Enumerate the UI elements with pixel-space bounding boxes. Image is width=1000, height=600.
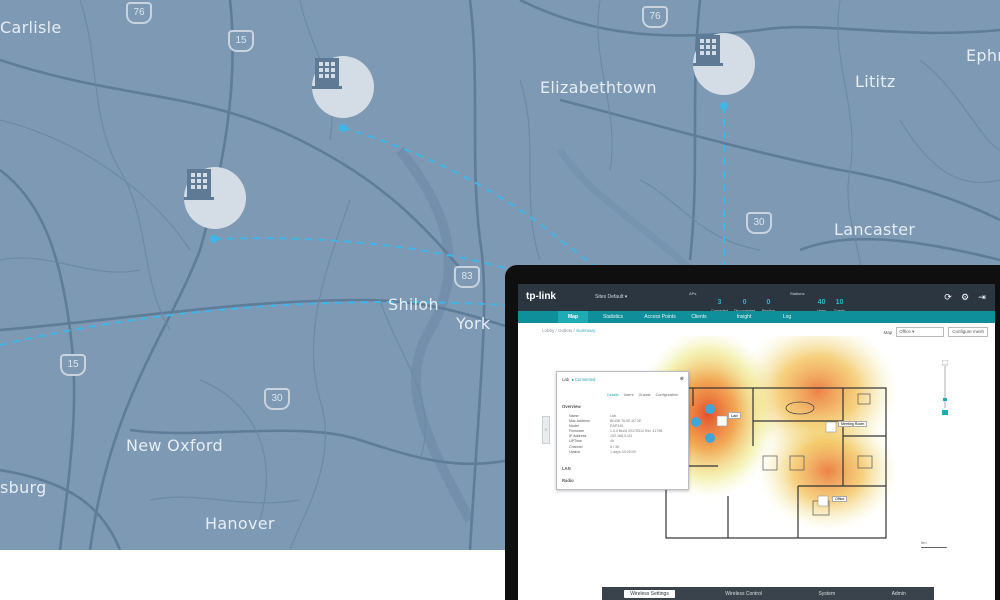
- building-marker[interactable]: [312, 56, 374, 118]
- stat-connected: 3Connected: [711, 291, 728, 313]
- main-nav: Map Statistics Access Points Clients Ins…: [518, 311, 995, 323]
- status-badge: ● Connected: [571, 377, 596, 382]
- ap-label[interactable]: Office: [832, 496, 848, 502]
- top-bar: tp-link Sites Default ▾ APs 3Connected 0…: [518, 284, 995, 313]
- tab-system[interactable]: System: [812, 590, 841, 598]
- map-select-value: Office: [899, 329, 911, 334]
- building-icon: [184, 169, 214, 200]
- nav-access-points[interactable]: Access Points: [636, 311, 684, 323]
- stat-value: 10: [835, 299, 844, 306]
- panel-tabs: Details Users Guests Configuration: [607, 393, 678, 397]
- stat-value: 40: [817, 299, 826, 306]
- route-shield: 30: [264, 388, 290, 410]
- place-label: Shiloh: [388, 295, 439, 314]
- place-label: sburg: [0, 478, 47, 497]
- breadcrumb: Lobby / Outlets / Summary: [542, 328, 596, 333]
- route-shield: 15: [60, 354, 86, 376]
- stat-value: 0: [766, 299, 771, 306]
- site-selector-label: Sites Default: [595, 294, 624, 300]
- refresh-icon[interactable]: ⟳: [943, 292, 953, 302]
- panel-header: Lab ● Connected: [562, 377, 595, 382]
- tab-admin[interactable]: Admin: [886, 590, 912, 598]
- breadcrumb-item[interactable]: Lobby: [542, 328, 554, 333]
- aps-stat-label: APs: [689, 291, 696, 296]
- bottom-tabs: Wireless Settings Wireless Control Syste…: [602, 587, 934, 600]
- route-shield: 30: [746, 212, 772, 234]
- place-label: New Oxford: [126, 436, 223, 455]
- collapse-button[interactable]: ‹: [542, 416, 550, 444]
- stat-value: 0: [742, 299, 747, 306]
- place-label: Lancaster: [834, 220, 916, 239]
- laptop-frame: tp-link Sites Default ▾ APs 3Connected 0…: [505, 265, 1000, 600]
- tab-guests[interactable]: Guests: [639, 393, 651, 397]
- place-label: York: [456, 314, 491, 333]
- route-shield: 76: [126, 2, 152, 24]
- controller-screen: tp-link Sites Default ▾ APs 3Connected 0…: [518, 284, 995, 600]
- stat-pending: 0Pending: [762, 291, 775, 313]
- tab-configuration[interactable]: Configuration: [656, 393, 679, 397]
- place-label: Ephr: [966, 46, 1000, 65]
- toolbar-icons: ⟳ ⚙ ⇥: [943, 292, 987, 302]
- stat-disconnected: 0Disconnected: [734, 291, 755, 313]
- stat-guests: 10Guests: [834, 291, 845, 313]
- overview-section[interactable]: Overview: [562, 404, 581, 409]
- nav-map[interactable]: Map: [558, 311, 588, 323]
- nav-clients[interactable]: Clients: [686, 311, 712, 323]
- tab-users[interactable]: Users: [624, 393, 634, 397]
- tab-details[interactable]: Details: [607, 393, 619, 397]
- building-marker[interactable]: [184, 167, 246, 229]
- tab-wireless-settings[interactable]: Wireless Settings: [624, 589, 675, 598]
- field-values: Lab B0:BE:76:0E:A7:2E EAP245 1.0.0 Build…: [610, 414, 662, 455]
- place-label: Lititz: [855, 72, 896, 91]
- logout-icon[interactable]: ⇥: [977, 292, 987, 302]
- place-label: Hanover: [205, 514, 275, 533]
- stat-value: 3: [717, 299, 722, 306]
- ap-details-panel: Lab ● Connected ⊗ Details Users Guests C…: [556, 371, 689, 490]
- tab-wireless-control[interactable]: Wireless Control: [719, 590, 768, 598]
- lan-section[interactable]: LAN: [562, 466, 571, 471]
- place-label: Elizabethtown: [540, 78, 657, 97]
- map-scale: 5m: [921, 540, 947, 548]
- field-value: 1 days 03:25:09: [610, 449, 636, 454]
- field-labels: Name Mac Address Model Firmware IP Addre…: [569, 414, 590, 455]
- map-select-label: Map: [883, 329, 893, 335]
- zoom-slider[interactable]: [942, 360, 948, 420]
- breadcrumb-current: Summary: [576, 328, 596, 333]
- building-icon: [312, 58, 342, 89]
- building-icon: [693, 35, 723, 66]
- route-shield: 15: [228, 30, 254, 52]
- field-label: Uptime: [569, 449, 581, 454]
- nav-statistics[interactable]: Statistics: [596, 311, 630, 323]
- settings-icon[interactable]: ⚙: [960, 292, 970, 302]
- stations-stat-label: Stations: [790, 291, 804, 296]
- stat-label: APs: [689, 291, 697, 296]
- stat-users: 40Users: [817, 291, 826, 313]
- site-selector[interactable]: Sites Default ▾: [595, 294, 627, 300]
- route-shield: 83: [454, 266, 480, 288]
- ap-name: Lab: [562, 377, 569, 382]
- stat-label: Stations: [790, 291, 805, 296]
- ap-label[interactable]: Meeting Room: [838, 421, 868, 427]
- nav-insight[interactable]: Insight: [730, 311, 758, 323]
- scale-label: 5m: [921, 540, 927, 545]
- close-icon[interactable]: ⊗: [680, 376, 684, 382]
- nav-log[interactable]: Log: [776, 311, 798, 323]
- building-marker[interactable]: [693, 33, 755, 95]
- radio-section[interactable]: Radio: [562, 478, 574, 483]
- breadcrumb-item[interactable]: Outlets: [558, 328, 572, 333]
- logo: tp-link: [526, 291, 556, 302]
- status-text: Connected: [575, 377, 596, 382]
- place-label: Carlisle: [0, 18, 62, 37]
- route-shield: 76: [642, 6, 668, 28]
- ap-label[interactable]: Lab: [728, 412, 741, 419]
